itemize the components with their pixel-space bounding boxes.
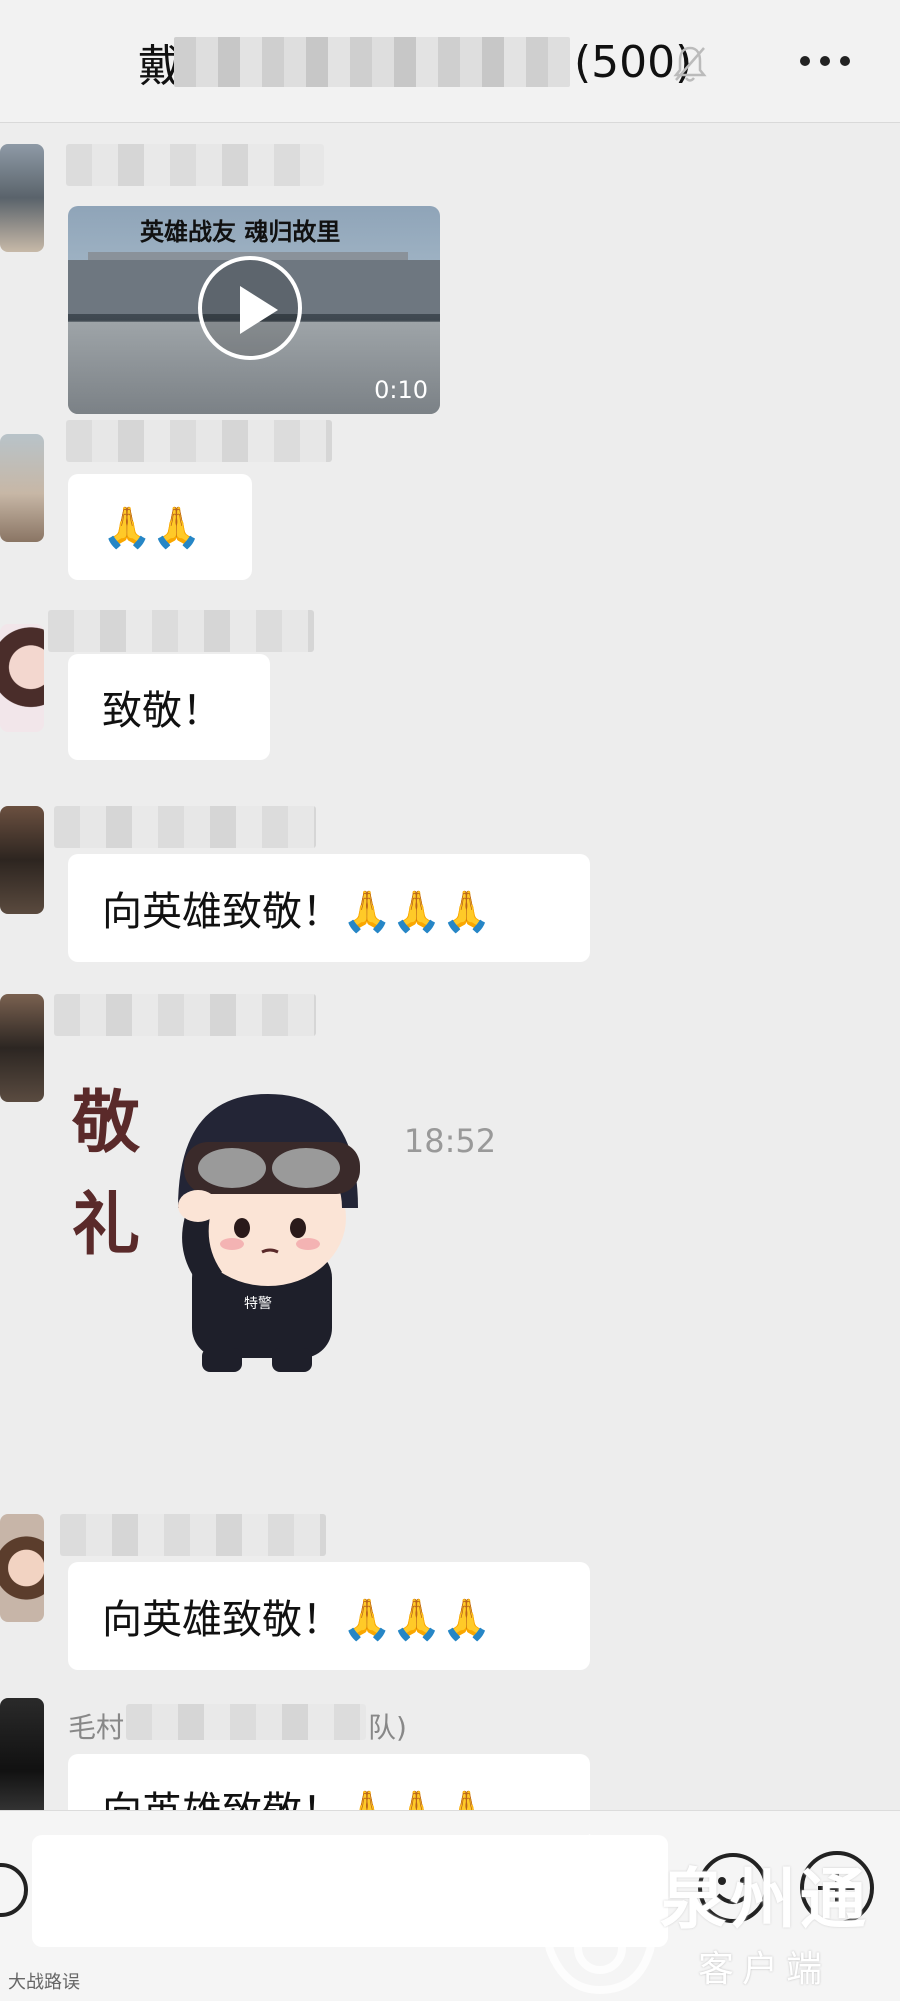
- chat-messages[interactable]: 英雄战友 魂归故里 0:10 🙏🙏 致敬！ 向英雄致敬！🙏🙏🙏 敬 礼 特警 1…: [0, 122, 900, 1810]
- message-text: 毛村 队) 向英雄致敬！🙏🙏🙏: [0, 1698, 900, 1810]
- sender-name-start: 毛村: [68, 1711, 125, 1744]
- sender-name-blurred: [66, 144, 324, 186]
- avatar[interactable]: [0, 624, 44, 732]
- ellipsis-dot: [820, 56, 830, 66]
- sticker-badge: 特警: [244, 1296, 272, 1312]
- ellipsis-dot: [800, 56, 810, 66]
- message-sticker: 敬 礼 特警: [0, 994, 900, 1434]
- chat-header: 戴 (500): [0, 0, 900, 123]
- message-bubble[interactable]: 向英雄致敬！🙏🙏🙏: [68, 1754, 590, 1810]
- ellipsis-dot: [840, 56, 850, 66]
- message-text: 向英雄致敬！🙏🙏🙏: [102, 889, 492, 935]
- group-title: 戴 (500): [138, 30, 692, 94]
- message-text: 🙏🙏: [102, 504, 202, 551]
- video-thumbnail[interactable]: 英雄战友 魂归故里 0:10: [68, 206, 440, 414]
- watermark-brand: 泉州通: [660, 1860, 870, 1938]
- voice-icon[interactable]: [0, 1863, 28, 1917]
- message-text: 向英雄致敬！🙏🙏🙏: [0, 806, 900, 986]
- avatar[interactable]: [0, 1514, 44, 1622]
- message-bubble[interactable]: 向英雄致敬！🙏🙏🙏: [68, 1562, 590, 1670]
- sender-name-blurred: [60, 1514, 326, 1556]
- sender-name-end: 队): [368, 1711, 407, 1744]
- play-icon[interactable]: [198, 256, 302, 360]
- avatar[interactable]: [0, 1698, 44, 1810]
- sender-name-blurred: [54, 994, 316, 1036]
- sticker-char-2: 礼: [72, 1185, 140, 1265]
- video-caption: 英雄战友 魂归故里: [140, 217, 341, 246]
- timestamp: 18:52: [403, 1122, 497, 1160]
- sender-name-blurred: [48, 610, 314, 652]
- avatar[interactable]: [0, 994, 44, 1102]
- video-duration: 0:10: [374, 376, 428, 404]
- sender-name-blurred: [126, 1704, 366, 1740]
- message-text: 🙏🙏: [0, 420, 900, 590]
- message-text: 向英雄致敬！🙏🙏🙏: [102, 1597, 492, 1643]
- watermark-sub: 客户端: [698, 1949, 831, 1990]
- blurred-group-name: [174, 37, 570, 87]
- corner-watermark: 大战路误: [8, 1972, 80, 1993]
- sender-name-blurred: [54, 806, 316, 848]
- avatar[interactable]: [0, 144, 44, 252]
- message-bubble[interactable]: 🙏🙏: [68, 474, 252, 580]
- message-text: 致敬！: [102, 688, 222, 734]
- message-bubble[interactable]: 向英雄致敬！🙏🙏🙏: [68, 854, 590, 962]
- bell-muted-icon: [673, 46, 707, 82]
- message-text: 致敬！: [0, 610, 900, 790]
- message-text: 向英雄致敬！🙏🙏🙏: [0, 1514, 900, 1694]
- message-video: 英雄战友 魂归故里 0:10: [0, 144, 900, 444]
- message-bubble[interactable]: 致敬！: [68, 654, 270, 760]
- message-text: 向英雄致敬！🙏🙏🙏: [102, 1779, 491, 1810]
- salute-sticker[interactable]: 敬 礼 特警: [72, 1058, 392, 1378]
- avatar[interactable]: [0, 434, 44, 542]
- sender-name-blurred: [66, 420, 332, 462]
- more-options-button[interactable]: [800, 56, 850, 66]
- avatar[interactable]: [0, 806, 44, 914]
